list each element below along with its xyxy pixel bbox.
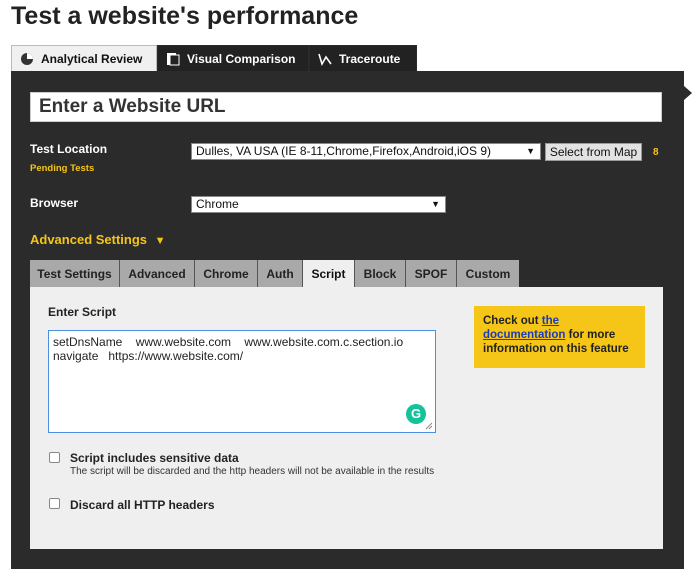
dropdown-arrow-icon: ▼ (526, 146, 535, 156)
tab-analytical-review[interactable]: Analytical Review (11, 45, 157, 72)
tab-block[interactable]: Block (355, 260, 406, 287)
tab-test-settings[interactable]: Test Settings (30, 260, 120, 287)
sensitive-data-help: The script will be discarded and the htt… (70, 466, 435, 477)
advanced-settings-toggle[interactable]: Advanced Settings ▼ (30, 232, 166, 247)
dropdown-arrow-icon: ▼ (431, 199, 440, 209)
page-title: Test a website's performance (11, 2, 359, 30)
tab-auth[interactable]: Auth (258, 260, 303, 287)
tab-chrome[interactable]: Chrome (195, 260, 258, 287)
tab-advanced[interactable]: Advanced (120, 260, 195, 287)
url-input[interactable]: Enter a Website URL (30, 92, 662, 122)
tab-label: Traceroute (339, 51, 401, 66)
tab-script[interactable]: Script (303, 260, 355, 287)
tab-label: Analytical Review (41, 51, 143, 66)
tab-custom[interactable]: Custom (457, 260, 519, 287)
pending-tests-link[interactable]: Pending Tests (30, 163, 94, 174)
pending-count: 8 (653, 147, 659, 158)
resize-handle-icon[interactable] (425, 422, 433, 430)
documentation-note: Check out the documentation for more inf… (474, 306, 645, 368)
browser-select[interactable]: Chrome ▼ (191, 196, 446, 213)
test-location-select[interactable]: Dulles, VA USA (IE 8-11,Chrome,Firefox,A… (191, 143, 541, 160)
sensitive-data-label: Script includes sensitive data (70, 451, 239, 465)
main-tabs: Analytical Review Visual Comparison Trac… (11, 45, 417, 72)
select-from-map-button[interactable]: Select from Map (545, 143, 642, 161)
discard-headers-checkbox[interactable] (49, 498, 60, 509)
sensitive-data-checkbox[interactable] (49, 452, 60, 463)
tab-spof[interactable]: SPOF (406, 260, 457, 287)
visual-compare-icon (167, 52, 180, 65)
grammarly-icon[interactable]: G (406, 404, 426, 424)
advanced-settings-label: Advanced Settings (30, 232, 148, 247)
expand-arrow-icon[interactable] (684, 86, 692, 100)
enter-script-label: Enter Script (48, 305, 117, 319)
script-textarea[interactable]: setDnsName www.website.com www.website.c… (48, 330, 436, 433)
settings-tabs: Test Settings Advanced Chrome Auth Scrip… (30, 260, 519, 287)
tab-label: Visual Comparison (187, 51, 296, 66)
analytics-icon (21, 52, 33, 65)
test-location-value: Dulles, VA USA (IE 8-11,Chrome,Firefox,A… (196, 144, 492, 158)
browser-label: Browser (30, 196, 79, 210)
browser-value: Chrome (196, 197, 239, 211)
caret-down-icon: ▼ (154, 235, 166, 247)
tab-visual-comparison[interactable]: Visual Comparison (157, 45, 309, 72)
note-prefix: Check out (483, 315, 542, 327)
test-location-label: Test Location (30, 142, 108, 156)
traceroute-icon (318, 53, 332, 66)
discard-headers-label: Discard all HTTP headers (70, 498, 215, 512)
tab-traceroute[interactable]: Traceroute (309, 45, 417, 72)
